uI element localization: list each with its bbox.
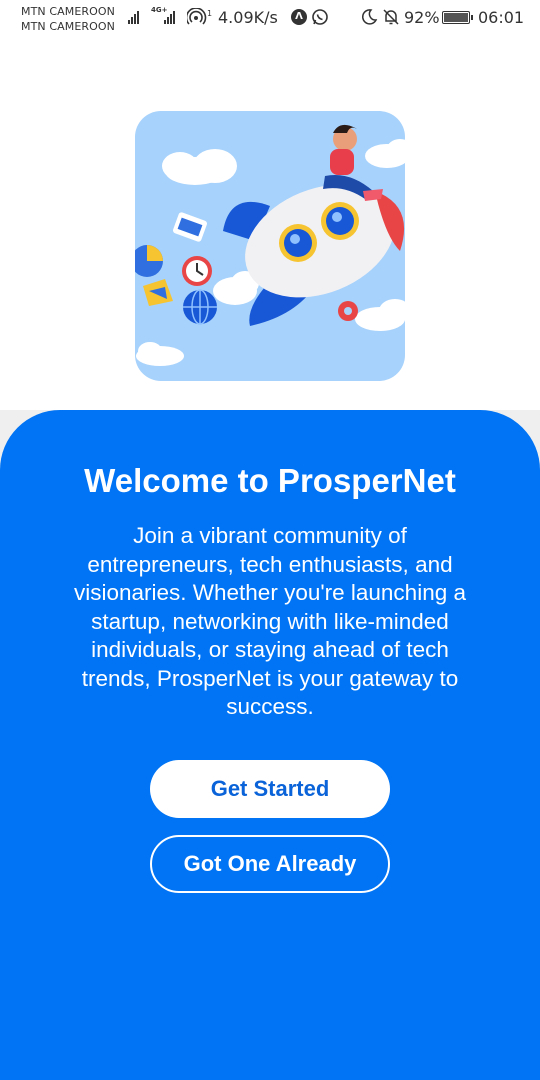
signal-icon	[128, 8, 139, 24]
network-speed: 4.09K/s	[218, 8, 278, 27]
got-one-already-button[interactable]: Got One Already	[150, 835, 390, 893]
moon-icon	[361, 9, 378, 25]
status-time: 06:01	[478, 8, 525, 27]
app-a-icon: Λ	[291, 9, 307, 25]
battery-icon	[442, 11, 473, 24]
status-bar: MTN CAMEROON MTN CAMEROON 4G+ 1 4.09K/s …	[0, 0, 540, 40]
welcome-title: Welcome to ProsperNet	[84, 462, 456, 499]
carrier-2: MTN CAMEROON	[21, 20, 115, 33]
get-started-button[interactable]: Get Started	[150, 760, 390, 818]
carrier-names: MTN CAMEROON MTN CAMEROON	[21, 4, 115, 34]
svg-text:1: 1	[207, 9, 212, 18]
hotspot-icon: 1	[187, 8, 212, 25]
signal-4g-icon	[164, 8, 175, 24]
whatsapp-icon	[312, 9, 328, 25]
bell-off-icon	[383, 9, 399, 25]
welcome-description: Join a vibrant community of entrepreneur…	[73, 523, 466, 719]
woman-riding-rocket-illustration	[135, 111, 405, 381]
carrier-1: MTN CAMEROON	[21, 5, 115, 18]
battery-percent: 92%	[404, 8, 440, 27]
welcome-panel	[0, 410, 540, 1080]
